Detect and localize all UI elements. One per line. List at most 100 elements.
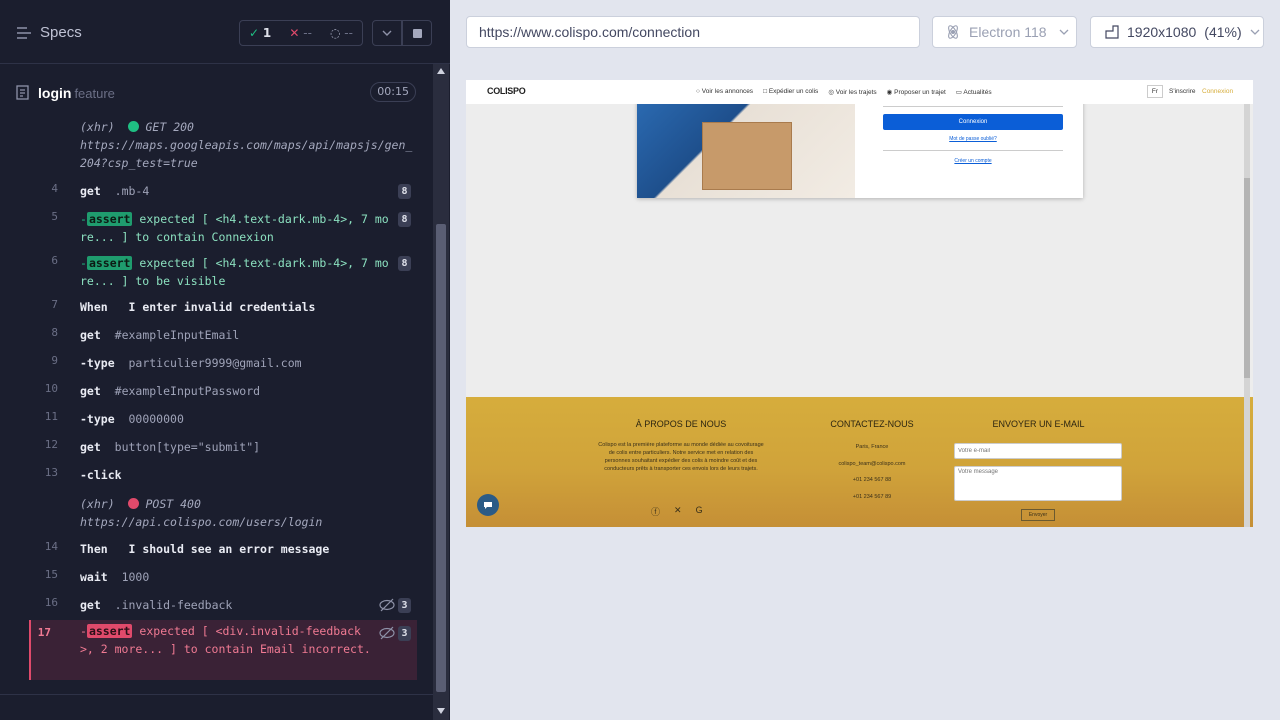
nav-item[interactable]: ▭ Actualités — [956, 88, 992, 96]
xhr-status: POST 400 — [145, 497, 201, 511]
create-account-link[interactable]: Créer un compte — [883, 158, 1063, 164]
line-number: 15 — [44, 568, 58, 581]
globe-icon: ◎ — [828, 89, 834, 96]
viewport-size: 1920x1080 — [1127, 24, 1197, 40]
command-arg: .mb-4 — [114, 184, 150, 198]
line-number: 5 — [51, 210, 58, 223]
line-number: 16 — [44, 596, 58, 609]
nav-item[interactable]: ◉ Proposer un trajet — [887, 88, 946, 96]
login-link[interactable]: Connexion — [1202, 88, 1233, 95]
step-keyword: Then — [80, 542, 108, 556]
chevron-button[interactable] — [372, 20, 402, 46]
command-log-panel: Specs ✓ 1 ✕ -- ◌ -- login feature 00:15 … — [0, 0, 450, 720]
xhr-url: https://maps.googleapis.com/maps/api/map… — [80, 138, 413, 170]
about-heading: À PROPOS DE NOUS — [635, 419, 727, 429]
stop-icon — [412, 28, 422, 38]
facebook-icon[interactable]: ⓕ — [651, 505, 660, 518]
line-number: 8 — [51, 326, 58, 339]
nav-label: Voir les annonces — [701, 88, 754, 95]
line-number: 17 — [37, 626, 51, 639]
check-icon: ✓ — [249, 26, 260, 40]
google-icon[interactable]: G — [696, 505, 703, 518]
nav-item[interactable]: ○ Voir les annonces — [696, 88, 753, 96]
about-text: Colispo est la première plateforme au mo… — [598, 442, 764, 472]
footer-email-input[interactable] — [954, 443, 1122, 459]
command-name: wait — [80, 570, 108, 584]
language-selector[interactable]: Fr — [1147, 85, 1163, 98]
browser-name: Electron 118 — [969, 24, 1047, 40]
element-count-badge: 8 — [398, 212, 411, 227]
line-number: 13 — [44, 466, 58, 479]
command-log-scrollbar[interactable] — [433, 64, 449, 720]
assert-label: assert — [86, 624, 133, 638]
divider — [0, 694, 433, 695]
browser-selector[interactable]: Electron 118 — [932, 16, 1077, 48]
step-keyword: When — [80, 300, 108, 314]
ruler-icon — [1105, 25, 1119, 39]
nav-item[interactable]: ◎ Voir les trajets — [828, 88, 876, 96]
xhr-prefix: (xhr) — [80, 120, 115, 134]
news-icon: ▭ — [955, 89, 962, 96]
eye-slash-icon — [379, 598, 395, 612]
line-number: 12 — [44, 438, 58, 451]
chat-icon — [484, 501, 492, 509]
element-count-badge: 3 — [398, 598, 411, 613]
chevron-down-icon — [1250, 29, 1260, 35]
viewport-selector[interactable]: 1920x1080 (41%) — [1090, 16, 1264, 48]
app-under-test-panel: https://www.colispo.com/connection Elect… — [450, 0, 1280, 720]
site-logo[interactable]: COLISPO — [487, 86, 526, 96]
line-number: 14 — [44, 540, 58, 553]
file-icon — [16, 85, 29, 100]
step-text: I should see an error message — [128, 542, 330, 556]
element-count-badge: 3 — [398, 626, 411, 641]
x-icon: ✕ — [289, 26, 300, 40]
forgot-password-link[interactable]: Mot de passe oublié? — [883, 136, 1063, 142]
aut-scrollbar[interactable] — [1244, 104, 1250, 527]
stop-button[interactable] — [402, 20, 432, 46]
specs-list-icon — [17, 26, 31, 39]
specs-toggle[interactable]: Specs — [16, 24, 82, 41]
chevron-down-icon — [1059, 29, 1069, 35]
chat-button[interactable] — [477, 494, 499, 516]
connexion-button[interactable]: Connexion — [883, 114, 1063, 130]
contact-email: colispo_team@colispo.com — [838, 461, 906, 467]
eye-slash-icon — [379, 626, 395, 640]
chevron-down-icon — [382, 30, 392, 36]
divider — [883, 106, 1063, 107]
footer-message-input[interactable] — [954, 466, 1122, 501]
site-footer: À PROPOS DE NOUS Colispo est la première… — [466, 397, 1253, 527]
viewport-zoom: (41%) — [1204, 24, 1242, 40]
send-button[interactable]: Envoyer — [1021, 509, 1055, 521]
aut-iframe: Connexion Mot de passe oublié? Créer un … — [466, 80, 1253, 527]
x-icon[interactable]: ✕ — [674, 505, 682, 518]
stats-group: ✓ 1 ✕ -- ◌ -- — [239, 20, 363, 46]
failed-assert-row[interactable]: 17 - assert expected [ <div.invalid-feedb… — [29, 620, 417, 680]
contact-heading: CONTACTEZ-NOUS — [830, 419, 914, 429]
command-arg: #exampleInputEmail — [114, 328, 240, 342]
email-heading: ENVOYER UN E-MAIL — [992, 419, 1085, 429]
pending-stat: ◌ -- — [330, 26, 353, 40]
specs-header: Specs ✓ 1 ✕ -- ◌ -- — [0, 0, 450, 64]
error-dot-icon — [127, 498, 139, 509]
failed-stat: ✕ -- — [289, 26, 312, 40]
command-name: -type — [80, 412, 115, 426]
site-navbar: COLISPO ○ Voir les annonces □ Expédier u… — [466, 80, 1253, 104]
url-bar[interactable]: https://www.colispo.com/connection — [466, 16, 920, 48]
signup-link[interactable]: S'inscrire — [1169, 88, 1196, 95]
line-number: 7 — [51, 298, 58, 311]
nav-item[interactable]: □ Expédier un colis — [763, 88, 818, 96]
xhr-status: GET 200 — [145, 120, 194, 134]
command-arg: 1000 — [121, 570, 150, 584]
command-name: -click — [80, 468, 122, 482]
spinner-icon: ◌ — [329, 26, 341, 40]
aut-scrollbar-thumb[interactable] — [1244, 178, 1250, 378]
scrollbar-thumb[interactable] — [436, 224, 446, 692]
pending-count: -- — [344, 26, 353, 40]
parcel-image — [702, 122, 792, 190]
xhr-prefix: (xhr) — [80, 497, 115, 511]
xhr-url: https://api.colispo.com/users/login — [80, 515, 323, 529]
spec-file-header[interactable]: login feature 00:15 — [16, 76, 418, 110]
nav-label: Actualités — [963, 89, 992, 96]
spec-file-name: login — [38, 85, 72, 101]
failed-count: -- — [303, 26, 312, 40]
